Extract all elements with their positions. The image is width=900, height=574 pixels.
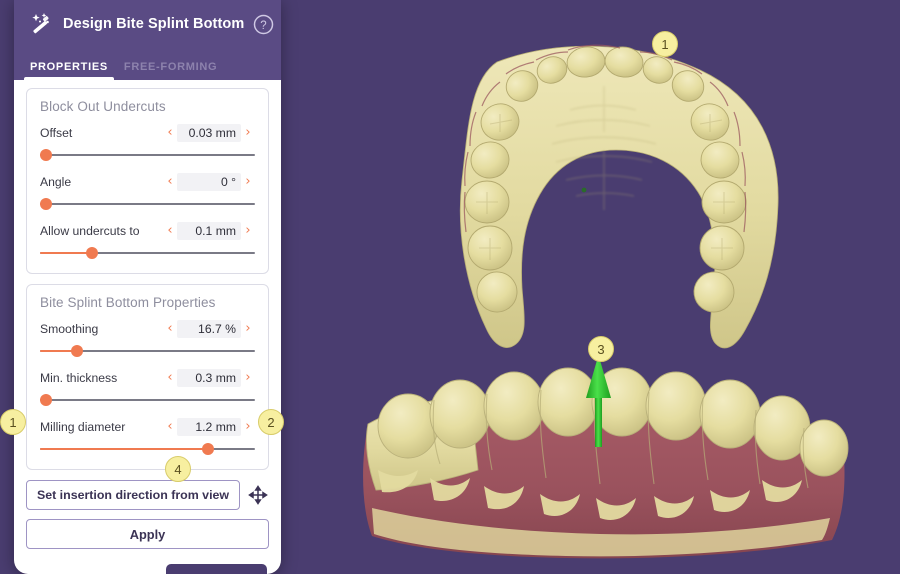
property-label: Allow undercuts to [40, 223, 140, 238]
group-block-out-undercuts: Block Out Undercuts Offset ‹ 0.03 mm › A… [26, 88, 269, 274]
callout-badge-4-apply-button: 4 [165, 456, 191, 482]
slider-knob[interactable] [40, 198, 53, 210]
property-label: Offset [40, 125, 73, 140]
slider-knob[interactable] [201, 443, 214, 455]
increment-arrow-icon[interactable]: › [241, 371, 255, 384]
upper-arch-occlusal-model [459, 44, 779, 349]
property-value[interactable]: 16.7 % [177, 319, 241, 338]
increment-arrow-icon[interactable]: › [241, 126, 255, 139]
callout-badge-3-insertion-arrow: 3 [588, 336, 614, 362]
decrement-arrow-icon[interactable]: ‹ [163, 420, 177, 433]
property-slider[interactable] [40, 394, 255, 406]
slider-fill [40, 252, 92, 254]
decrement-arrow-icon[interactable]: ‹ [163, 371, 177, 384]
property-slider[interactable] [40, 345, 255, 357]
property-slider[interactable] [40, 149, 255, 161]
decrement-arrow-icon[interactable]: ‹ [163, 175, 177, 188]
slider-knob[interactable] [40, 149, 53, 161]
slider-knob[interactable] [85, 247, 98, 259]
property-value[interactable]: 1.2 mm [177, 417, 241, 436]
set-insertion-direction-button[interactable]: Set insertion direction from view [26, 480, 240, 510]
panel-title-row: Design Bite Splint Bottom ? [14, 0, 281, 48]
next-button[interactable]: NEXT → [166, 564, 267, 574]
decrement-arrow-icon[interactable]: ‹ [163, 126, 177, 139]
action-buttons: Set insertion direction from view Apply [26, 480, 269, 549]
property-value[interactable]: 0.03 mm [177, 123, 241, 142]
group-title: Bite Splint Bottom Properties [40, 295, 216, 310]
svg-text:?: ? [261, 19, 267, 31]
property-angle: Angle ‹ 0 ° › [40, 172, 255, 210]
callout-badge-2-insertion-icon: 2 [258, 409, 284, 435]
slider-track [40, 203, 255, 205]
tab-free-forming[interactable]: FREE-FORMING [124, 61, 217, 80]
slider-track [40, 399, 255, 401]
decrement-arrow-icon[interactable]: ‹ [163, 224, 177, 237]
callout-badge-1-insertion-button: 1 [0, 409, 26, 435]
property-label: Min. thickness [40, 370, 118, 385]
callout-badge-1-upper-model: 1 [652, 31, 678, 57]
property-offset: Offset ‹ 0.03 mm › [40, 123, 255, 161]
property-min-thickness: Min. thickness ‹ 0.3 mm › [40, 368, 255, 406]
property-milling-diameter: Milling diameter ‹ 1.2 mm › [40, 417, 255, 455]
increment-arrow-icon[interactable]: › [241, 322, 255, 335]
panel-title: Design Bite Splint Bottom [63, 16, 245, 32]
help-circle-icon[interactable]: ? [253, 14, 274, 35]
property-slider[interactable] [40, 198, 255, 210]
insertion-direction-row: Set insertion direction from view [26, 480, 269, 510]
group-bite-splint-bottom-properties: Bite Splint Bottom Properties Smoothing … [26, 284, 269, 470]
property-value[interactable]: 0.3 mm [177, 368, 241, 387]
rotation-pivot-marker [581, 187, 587, 193]
slider-knob[interactable] [70, 345, 83, 357]
increment-arrow-icon[interactable]: › [241, 420, 255, 433]
slider-fill [40, 448, 208, 450]
panel-footer: ← BACK NEXT → [14, 549, 281, 574]
decrement-arrow-icon[interactable]: ‹ [163, 322, 177, 335]
slider-knob[interactable] [40, 394, 53, 406]
increment-arrow-icon[interactable]: › [241, 224, 255, 237]
group-title: Block Out Undercuts [40, 99, 166, 114]
move-crosshair-icon[interactable] [247, 484, 269, 506]
property-label: Angle [40, 174, 72, 189]
panel-header: Design Bite Splint Bottom ? PROPERTIES F… [14, 0, 281, 80]
property-smoothing: Smoothing ‹ 16.7 % › [40, 319, 255, 357]
slider-track [40, 154, 255, 156]
property-slider[interactable] [40, 247, 255, 259]
panel-body: Block Out Undercuts Offset ‹ 0.03 mm › A… [14, 80, 281, 549]
property-label: Smoothing [40, 321, 99, 336]
property-label: Milling diameter [40, 419, 126, 434]
increment-arrow-icon[interactable]: › [241, 175, 255, 188]
property-allow-undercuts-to: Allow undercuts to ‹ 0.1 mm › [40, 221, 255, 259]
property-slider[interactable] [40, 443, 255, 455]
property-value[interactable]: 0 ° [177, 172, 241, 191]
design-properties-panel: Design Bite Splint Bottom ? PROPERTIES F… [14, 0, 281, 574]
tab-properties[interactable]: PROPERTIES [24, 61, 114, 80]
panel-tabs: PROPERTIES FREE-FORMING [14, 48, 281, 80]
apply-button[interactable]: Apply [26, 519, 269, 549]
property-value[interactable]: 0.1 mm [177, 221, 241, 240]
magic-wand-icon [28, 11, 54, 37]
application-window: Design Bite Splint Bottom ? PROPERTIES F… [0, 0, 900, 574]
